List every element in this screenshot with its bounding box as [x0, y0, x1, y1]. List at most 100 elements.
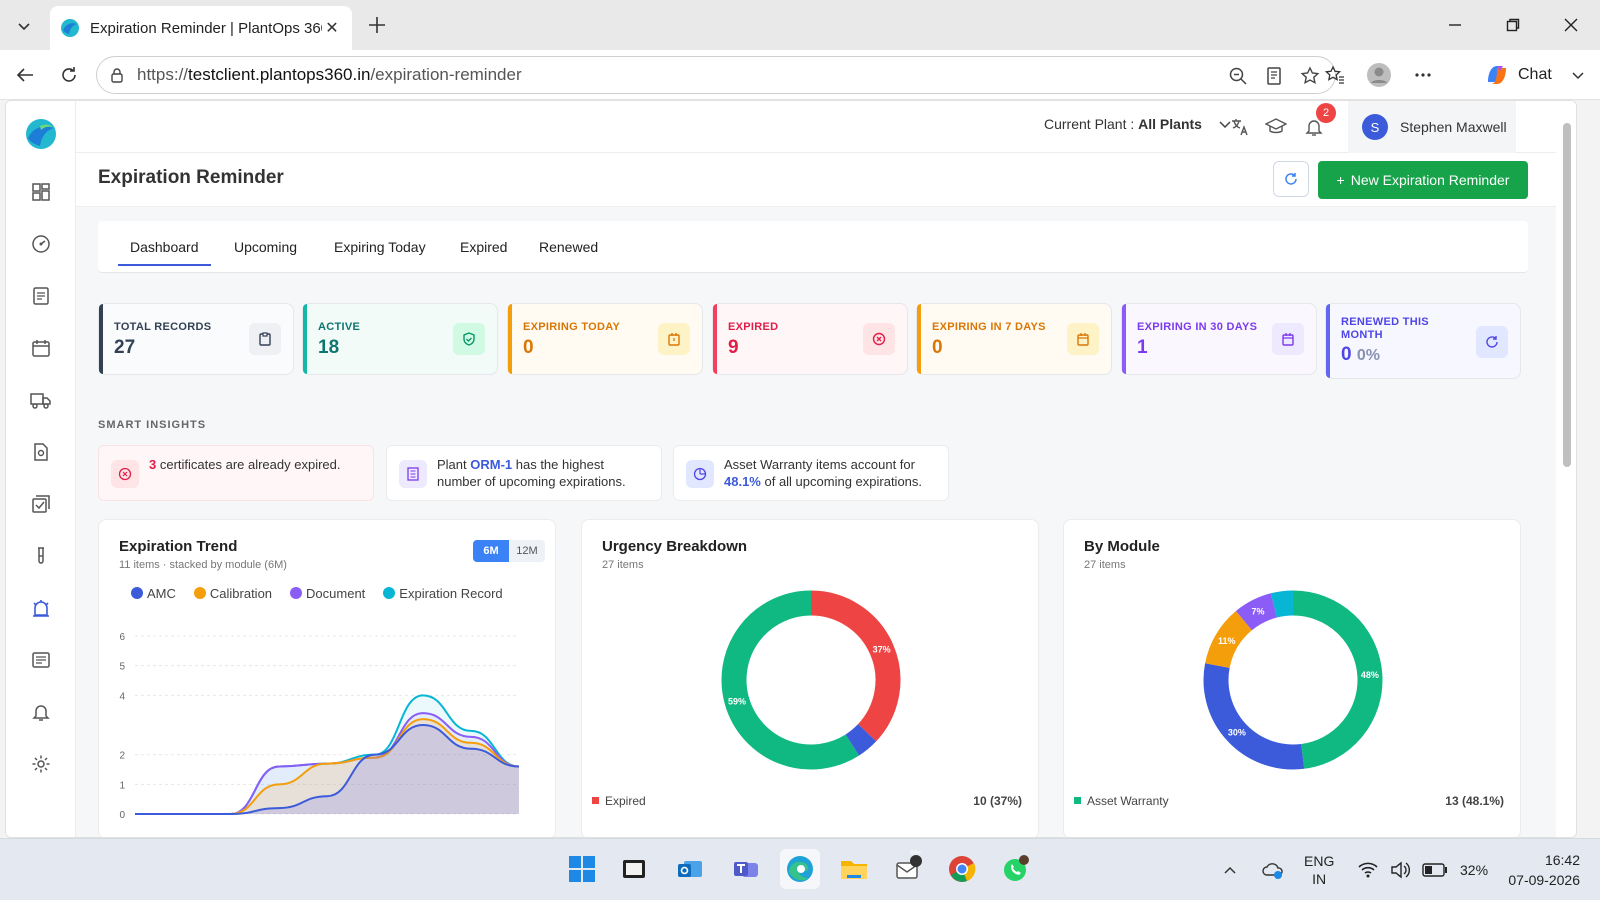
user-menu[interactable]: S Stephen Maxwell — [1348, 101, 1516, 153]
insight-card-warranty: Asset Warranty items account for 48.1% o… — [673, 445, 949, 501]
legend-dot — [383, 587, 396, 599]
tab-upcoming[interactable]: Upcoming — [234, 239, 297, 255]
sidebar-item-expiration-reminder[interactable] — [26, 593, 56, 623]
tab-list-button[interactable] — [6, 8, 42, 44]
new-expiration-reminder-button[interactable]: + New Expiration Reminder — [1318, 161, 1528, 199]
sidebar-item-reports[interactable] — [26, 645, 56, 675]
stat-card-expiring-30[interactable]: EXPIRING IN 30 DAYS 1 — [1121, 303, 1317, 375]
tray-overflow-button[interactable] — [1222, 839, 1238, 900]
urgency-title: Urgency Breakdown — [602, 538, 748, 555]
grid-icon — [32, 183, 50, 201]
sidebar-item-checklist[interactable] — [26, 489, 56, 519]
stat-accent — [508, 304, 512, 374]
stat-card-expiring-today[interactable]: EXPIRING TODAY 0 — [507, 303, 703, 375]
close-tab-icon[interactable]: ✕ — [322, 18, 342, 38]
chevron-down-icon — [1572, 72, 1584, 80]
taskbar-app-edge[interactable] — [780, 849, 820, 889]
legend-item-calibration[interactable]: Calibration — [193, 586, 273, 601]
tab-expired[interactable]: Expired — [460, 239, 507, 255]
plantops-logo-icon[interactable] — [24, 117, 58, 151]
module-donut-chart: 48% 30% 11% 7% — [1203, 590, 1383, 770]
minimize-button[interactable] — [1426, 0, 1484, 50]
url-field[interactable]: https://testclient.plantops360.in/expira… — [96, 56, 1336, 94]
module-subtitle: 27 items — [1084, 559, 1126, 571]
battery-icon — [1422, 863, 1447, 877]
range-12m-button[interactable]: 12M — [509, 540, 545, 562]
taskbar-app-file-explorer[interactable] — [834, 849, 874, 889]
sidebar-item-dashboard[interactable] — [26, 177, 56, 207]
close-window-button[interactable] — [1542, 0, 1600, 50]
stat-card-renewed[interactable]: RENEWED THIS MONTH 0 0% — [1325, 303, 1521, 379]
sidebar-item-notifications[interactable] — [26, 697, 56, 727]
sidebar-item-documents[interactable] — [26, 281, 56, 311]
copilot-chat-button[interactable]: Chat — [1484, 60, 1586, 90]
urgency-donut-chart: 37% 59% — [721, 590, 901, 770]
sidebar-item-logistics[interactable] — [26, 385, 56, 415]
sidebar-item-settings-doc[interactable] — [26, 437, 56, 467]
range-6m-button[interactable]: 6M — [473, 540, 509, 562]
reader-mode-button[interactable] — [1261, 63, 1287, 89]
sidebar-item-settings[interactable] — [26, 749, 56, 779]
plus-icon — [369, 17, 385, 33]
reload-button[interactable] — [54, 60, 84, 90]
alarm-icon — [33, 600, 49, 617]
sidebar-item-lab[interactable] — [26, 541, 56, 571]
tray-language[interactable]: ENG IN — [1304, 839, 1334, 900]
smart-insights-title: SMART INSIGHTS — [98, 419, 207, 431]
app-window: Current Plant : All Plants 2 S Stephen M… — [5, 100, 1577, 838]
avatar: S — [1362, 114, 1388, 140]
stat-card-expiring-7[interactable]: EXPIRING IN 7 DAYS 0 — [916, 303, 1112, 375]
taskbar: 99+ ENG IN 32% 16:42 07-09-2026 — [0, 838, 1600, 900]
urgency-footer-value: 10 (37%) — [973, 794, 1022, 808]
y-tick-label: 6 — [119, 632, 125, 643]
legend-dot — [290, 587, 303, 599]
page-content: Expiration Reminder + New Expiration Rem… — [76, 153, 1556, 837]
back-button[interactable] — [10, 60, 40, 90]
new-tab-button[interactable] — [362, 10, 392, 40]
browser-tab[interactable]: Expiration Reminder | PlantOps 360 ✕ — [50, 6, 352, 50]
tray-onedrive[interactable] — [1262, 839, 1284, 900]
stat-value: 0 — [932, 337, 943, 358]
profile-button[interactable] — [1364, 60, 1394, 90]
tab-renewed[interactable]: Renewed — [539, 239, 598, 255]
training-button[interactable] — [1262, 113, 1290, 141]
x-circle-icon — [863, 323, 895, 355]
tray-status[interactable]: 32% — [1358, 839, 1488, 900]
tab-expiring-today[interactable]: Expiring Today — [334, 239, 426, 255]
legend-square — [592, 797, 599, 804]
scrollbar-thumb[interactable] — [1563, 123, 1571, 467]
stat-card-total[interactable]: TOTAL RECORDS 27 — [98, 303, 294, 375]
refresh-button[interactable] — [1273, 161, 1309, 197]
tray-clock[interactable]: 16:42 07-09-2026 — [1498, 839, 1580, 900]
expiration-trend-panel: Expiration Trend 11 items · stacked by m… — [98, 519, 556, 837]
taskbar-app-terminal[interactable] — [614, 849, 654, 889]
teams-icon — [734, 862, 758, 877]
outlook-icon — [678, 861, 702, 877]
stat-card-expired[interactable]: EXPIRED 9 — [712, 303, 908, 375]
edge-icon — [787, 856, 813, 882]
taskbar-app-chrome[interactable] — [942, 849, 982, 889]
language-button[interactable] — [1226, 113, 1254, 141]
insight-card-plant: Plant ORM-1 has the highest number of up… — [386, 445, 662, 501]
favorites-button[interactable] — [1320, 60, 1350, 90]
taskbar-app-mail[interactable]: 99+ — [888, 849, 928, 889]
taskbar-app-whatsapp[interactable] — [996, 849, 1036, 889]
stat-card-active[interactable]: ACTIVE 18 — [302, 303, 498, 375]
start-button[interactable] — [562, 849, 602, 889]
legend-item-document[interactable]: Document — [290, 586, 365, 601]
more-options-button[interactable] — [1408, 60, 1438, 90]
sidebar — [6, 101, 76, 837]
sidebar-item-gauge[interactable] — [26, 229, 56, 259]
restore-button[interactable] — [1484, 0, 1542, 50]
tab-dashboard[interactable]: Dashboard — [118, 239, 211, 266]
legend-label: Calibration — [209, 586, 273, 601]
zoom-button[interactable] — [1225, 63, 1251, 89]
plant-label: Current Plant : — [1044, 116, 1135, 132]
legend-item-expiration-record[interactable]: Expiration Record — [383, 586, 503, 601]
taskbar-app-teams[interactable] — [726, 849, 766, 889]
sidebar-item-calendar[interactable] — [26, 333, 56, 363]
taskbar-app-outlook[interactable] — [670, 849, 710, 889]
plant-selector[interactable]: Current Plant : All Plants — [1044, 116, 1232, 132]
truck-icon — [30, 393, 51, 409]
legend-item-amc[interactable]: AMC — [131, 586, 176, 601]
